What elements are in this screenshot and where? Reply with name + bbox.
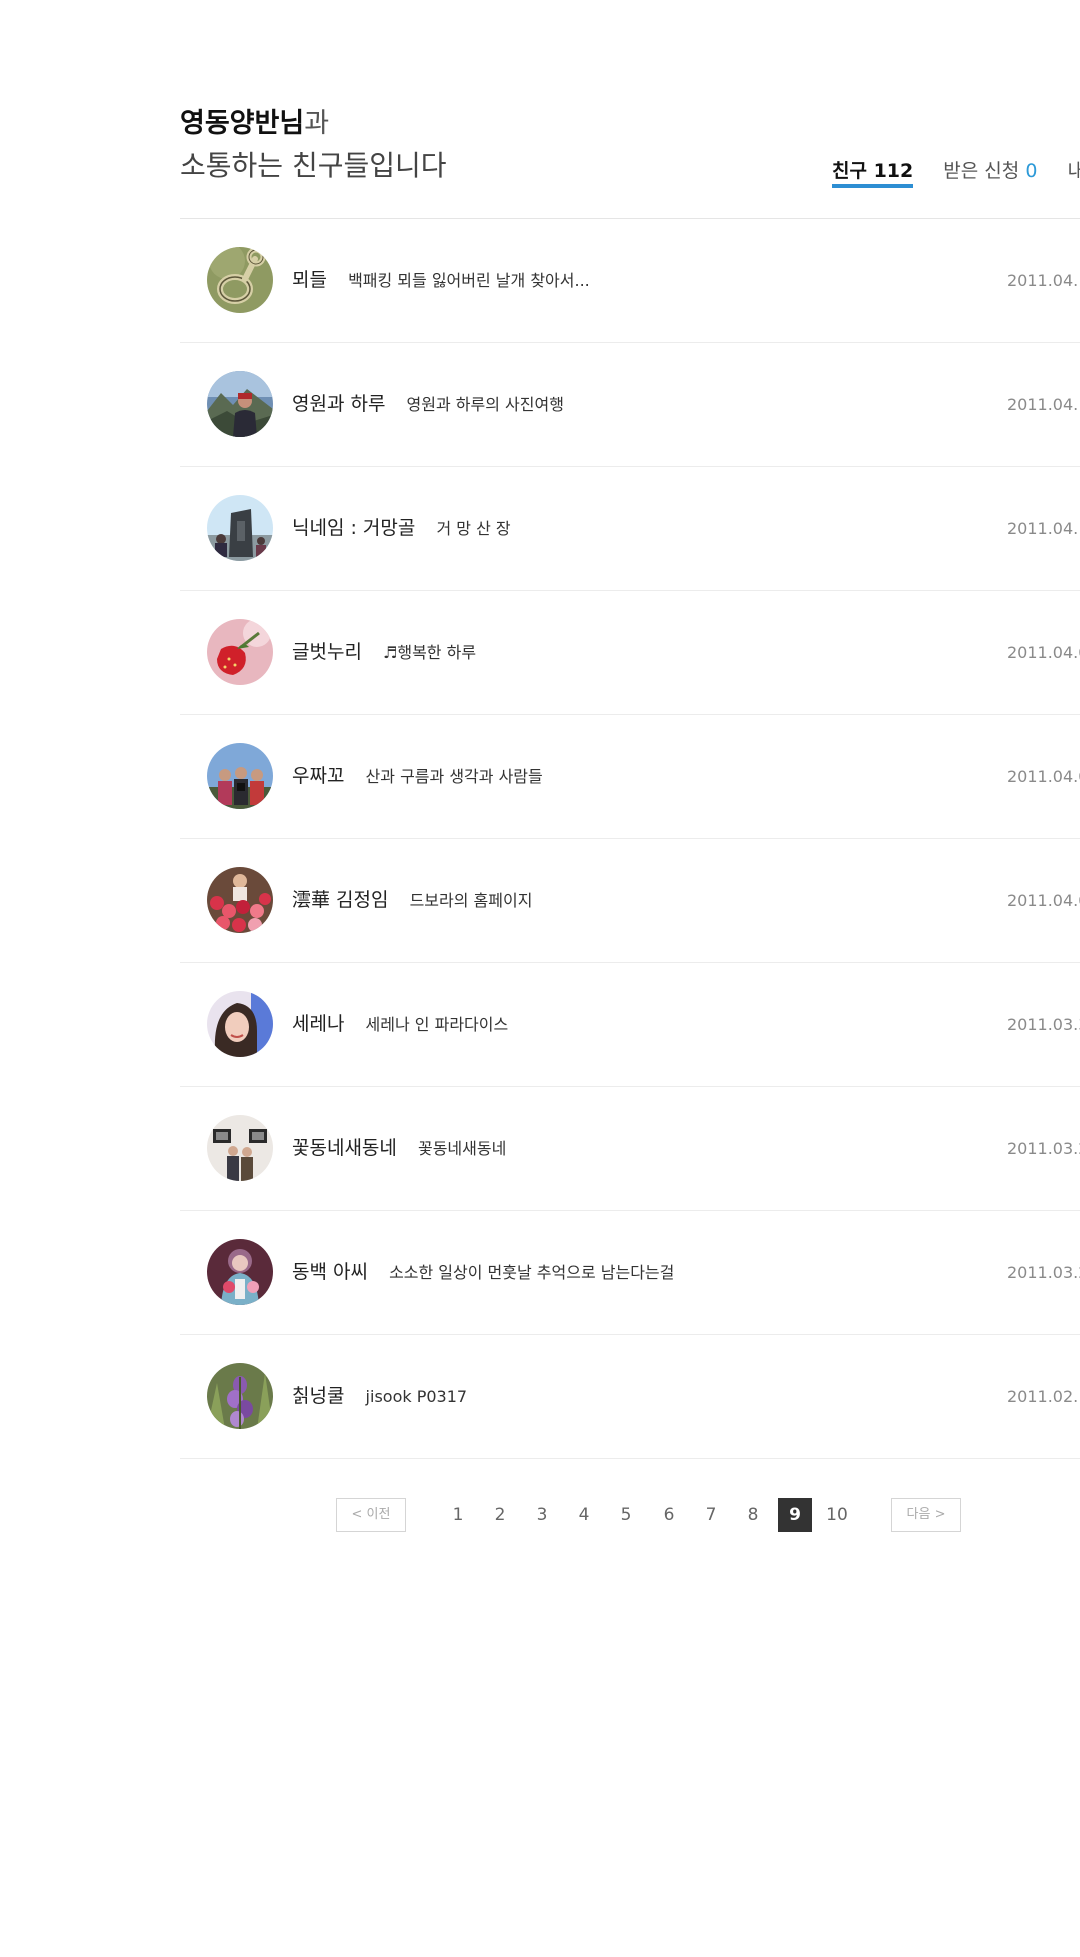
friend-date: 2011.03.2 bbox=[1007, 1139, 1080, 1158]
page-header: 영동양반님과 소통하는 친구들입니다 친구 112 받은 신청 0 내 신청 bbox=[180, 104, 1080, 218]
friend-tabs: 친구 112 받은 신청 0 내 신청 bbox=[832, 156, 1080, 188]
friend-nickname[interactable]: 칡넝쿨 bbox=[292, 1385, 344, 1407]
page-3[interactable]: 3 bbox=[525, 1498, 559, 1532]
page-1[interactable]: 1 bbox=[441, 1498, 475, 1532]
friend-nickname[interactable]: 澐華 김정임 bbox=[292, 889, 388, 911]
friend-date: 2011.04.0 bbox=[1007, 643, 1080, 662]
friend-date: 2011.04.1 bbox=[1007, 519, 1080, 538]
avatar[interactable] bbox=[207, 371, 273, 437]
friend-description[interactable]: 꽃동네새동네 bbox=[418, 1139, 506, 1158]
friend-nickname[interactable]: 영원과 하루 bbox=[292, 393, 385, 415]
owner-suffix: 과 bbox=[304, 108, 330, 139]
friend-row[interactable]: 영원과 하루 영원과 하루의 사진여행 2011.04.1 bbox=[180, 343, 1080, 467]
tab-my-requests[interactable]: 내 신청 bbox=[1067, 156, 1080, 186]
next-page-button[interactable]: 다음 > bbox=[891, 1498, 961, 1532]
gallery-couple-photo-icon bbox=[207, 1115, 273, 1181]
avatar[interactable] bbox=[207, 743, 273, 809]
friend-row[interactable]: 세레나 세레나 인 파라다이스 2011.03.3 bbox=[180, 963, 1080, 1087]
page-subtitle: 소통하는 친구들입니다 bbox=[180, 149, 447, 182]
page-7[interactable]: 7 bbox=[694, 1498, 728, 1532]
friend-date: 2011.03.3 bbox=[1007, 1015, 1080, 1034]
friend-row[interactable]: 꽃동네새동네 꽃동네새동네 2011.03.2 bbox=[180, 1087, 1080, 1211]
group-outdoor-photo-icon bbox=[207, 743, 273, 809]
friend-date: 2011.04.0 bbox=[1007, 767, 1080, 786]
woman-portrait-photo-icon bbox=[207, 991, 273, 1057]
carabiner-photo-icon bbox=[207, 247, 273, 313]
friends-page: 영동양반님과 소통하는 친구들입니다 친구 112 받은 신청 0 내 신청 bbox=[180, 0, 1080, 1957]
avatar[interactable] bbox=[207, 991, 273, 1057]
friend-list: 뫼들 백패킹 뫼들 잃어버린 날개 찾아서... 2011.04.1 영원과 bbox=[180, 219, 1080, 1459]
friend-description[interactable]: ♬행복한 하루 bbox=[383, 643, 476, 662]
pagination: < 이전 1 2 3 4 5 6 7 8 9 10 다음 > bbox=[180, 1498, 1080, 1532]
friend-nickname[interactable]: 글벗누리 bbox=[292, 641, 362, 663]
page-6[interactable]: 6 bbox=[652, 1498, 686, 1532]
page-10[interactable]: 10 bbox=[820, 1498, 854, 1532]
purple-flower-photo-icon bbox=[207, 1363, 273, 1429]
page-9-current[interactable]: 9 bbox=[778, 1498, 812, 1532]
friend-row[interactable]: 뫼들 백패킹 뫼들 잃어버린 날개 찾아서... 2011.04.1 bbox=[180, 219, 1080, 343]
friend-row[interactable]: 澐華 김정임 드보라의 홈페이지 2011.04.0 bbox=[180, 839, 1080, 963]
avatar[interactable] bbox=[207, 247, 273, 313]
strawberry-photo-icon bbox=[207, 619, 273, 685]
friend-nickname[interactable]: 우짜꼬 bbox=[292, 765, 344, 787]
page-title: 영동양반님과 bbox=[180, 104, 329, 144]
friend-nickname[interactable]: 뫼들 bbox=[292, 269, 327, 291]
friend-row[interactable]: 글벗누리 ♬행복한 하루 2011.04.0 bbox=[180, 591, 1080, 715]
friend-date: 2011.02.1 bbox=[1007, 1387, 1080, 1406]
friend-row[interactable]: 닉네임 : 거망골 거 망 산 장 2011.04.1 bbox=[180, 467, 1080, 591]
page-8[interactable]: 8 bbox=[736, 1498, 770, 1532]
friend-nickname[interactable]: 닉네임 : 거망골 bbox=[292, 517, 415, 539]
page-5[interactable]: 5 bbox=[609, 1498, 643, 1532]
friend-date: 2011.04.1 bbox=[1007, 395, 1080, 414]
friend-date: 2011.03.2 bbox=[1007, 1263, 1080, 1282]
friend-row[interactable]: 동백 아씨 소소한 일상이 먼훗날 추억으로 남는다는걸 2011.03.2 bbox=[180, 1211, 1080, 1335]
friend-description[interactable]: 거 망 산 장 bbox=[436, 519, 510, 538]
person-mountain-photo-icon bbox=[207, 371, 273, 437]
friend-nickname[interactable]: 꽃동네새동네 bbox=[292, 1137, 397, 1159]
friend-description[interactable]: 드보라의 홈페이지 bbox=[410, 891, 533, 910]
friend-description[interactable]: 산과 구름과 생각과 사람들 bbox=[366, 767, 543, 786]
doll-photo-icon bbox=[207, 1239, 273, 1305]
tab-friends[interactable]: 친구 112 bbox=[832, 156, 914, 188]
friend-row[interactable]: 우짜꼬 산과 구름과 생각과 사람들 2011.04.0 bbox=[180, 715, 1080, 839]
prev-page-button[interactable]: < 이전 bbox=[336, 1498, 406, 1532]
avatar[interactable] bbox=[207, 1239, 273, 1305]
friend-nickname[interactable]: 동백 아씨 bbox=[292, 1261, 368, 1283]
stone-monument-photo-icon bbox=[207, 495, 273, 561]
avatar[interactable] bbox=[207, 619, 273, 685]
avatar[interactable] bbox=[207, 867, 273, 933]
page-4[interactable]: 4 bbox=[567, 1498, 601, 1532]
friend-description[interactable]: 소소한 일상이 먼훗날 추억으로 남는다는걸 bbox=[389, 1263, 674, 1282]
owner-name: 영동양반님 bbox=[180, 108, 305, 139]
friend-description[interactable]: jisook P0317 bbox=[366, 1387, 468, 1406]
avatar[interactable] bbox=[207, 495, 273, 561]
received-count: 0 bbox=[1025, 160, 1038, 182]
avatar[interactable] bbox=[207, 1363, 273, 1429]
friend-description[interactable]: 영원과 하루의 사진여행 bbox=[407, 395, 564, 414]
friend-row[interactable]: 칡넝쿨 jisook P0317 2011.02.1 bbox=[180, 1335, 1080, 1459]
friend-nickname[interactable]: 세레나 bbox=[292, 1013, 344, 1035]
friend-description[interactable]: 세레나 인 파라다이스 bbox=[366, 1015, 509, 1034]
flowers-woman-photo-icon bbox=[207, 867, 273, 933]
friend-description[interactable]: 백패킹 뫼들 잃어버린 날개 찾아서... bbox=[348, 271, 590, 290]
tab-received-label: 받은 신청 bbox=[943, 160, 1020, 182]
tab-received-requests[interactable]: 받은 신청 0 bbox=[943, 156, 1037, 186]
page-2[interactable]: 2 bbox=[483, 1498, 517, 1532]
avatar[interactable] bbox=[207, 1115, 273, 1181]
friend-date: 2011.04.0 bbox=[1007, 891, 1080, 910]
friend-date: 2011.04.1 bbox=[1007, 271, 1080, 290]
